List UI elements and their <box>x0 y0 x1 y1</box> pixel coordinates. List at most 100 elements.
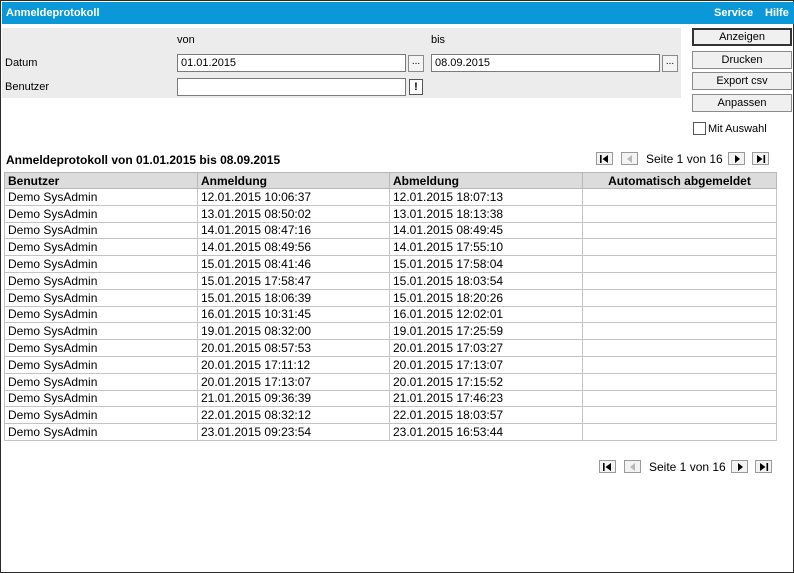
window-title: Anmeldeprotokoll <box>6 7 100 19</box>
table-row[interactable]: Demo SysAdmin 21.01.2015 09:36:39 21.01.20… <box>4 389 777 408</box>
menu-hilfe[interactable]: Hilfe <box>765 7 789 19</box>
drucken-button[interactable]: Drucken <box>692 51 792 69</box>
table-row[interactable]: Demo SysAdmin 12.01.2015 10:06:37 12.01.20… <box>4 188 777 206</box>
cell-anmeldung: 15.01.2015 08:41:46 <box>197 255 390 273</box>
datum-von-picker-button[interactable]: ... <box>408 55 424 72</box>
pager-top: Seite 1 von 16 <box>596 152 776 166</box>
cell-anmeldung: 21.01.2015 09:36:39 <box>197 389 390 408</box>
table-row[interactable]: Demo SysAdmin 14.01.2015 08:49:56 14.01.20… <box>4 238 777 257</box>
cell-anmeldung: 16.01.2015 10:31:45 <box>197 305 390 324</box>
last-page-icon[interactable] <box>752 152 769 165</box>
cell-benutzer: Demo SysAdmin <box>4 322 198 341</box>
cell-benutzer: Demo SysAdmin <box>4 372 198 391</box>
cell-automatisch-abgemeldet <box>582 372 777 391</box>
cell-automatisch-abgemeldet <box>582 389 777 408</box>
prev-page-icon[interactable] <box>624 460 641 473</box>
export-csv-button[interactable]: Export csv <box>692 72 792 90</box>
cell-automatisch-abgemeldet <box>582 238 777 257</box>
anpassen-button[interactable]: Anpassen <box>692 94 792 112</box>
mit-auswahl-label: Mit Auswahl <box>708 123 767 135</box>
cell-anmeldung: 15.01.2015 17:58:47 <box>197 271 390 290</box>
cell-abmeldung: 22.01.2015 18:03:57 <box>389 406 583 425</box>
next-page-icon[interactable] <box>731 460 748 473</box>
benutzer-lookup-button[interactable]: ! <box>409 79 423 95</box>
cell-anmeldung: 19.01.2015 08:32:00 <box>197 322 390 341</box>
cell-abmeldung: 14.01.2015 17:55:10 <box>389 238 583 257</box>
next-page-icon[interactable] <box>728 152 745 165</box>
table-row[interactable]: Demo SysAdmin 15.01.2015 08:41:46 15.01.20… <box>4 255 777 273</box>
mit-auswahl-checkbox[interactable] <box>693 122 706 135</box>
cell-abmeldung: 12.01.2015 18:07:13 <box>389 188 583 206</box>
cell-automatisch-abgemeldet <box>582 406 777 425</box>
filter-panel: von bis Datum Benutzer ... ... ! <box>2 28 681 98</box>
cell-anmeldung: 14.01.2015 08:47:16 <box>197 221 390 240</box>
col-header-automatisch-abgemeldet[interactable]: Automatisch abgemeldet <box>582 172 777 189</box>
table-row[interactable]: Demo SysAdmin 20.01.2015 17:13:07 20.01.20… <box>4 372 777 391</box>
report-title: Anmeldeprotokoll von 01.01.2015 bis 08.0… <box>6 153 281 167</box>
cell-abmeldung: 21.01.2015 17:46:23 <box>389 389 583 408</box>
col-header-abmeldung[interactable]: Abmeldung <box>389 172 583 189</box>
cell-benutzer: Demo SysAdmin <box>4 255 198 273</box>
cell-benutzer: Demo SysAdmin <box>4 305 198 324</box>
prev-page-icon[interactable] <box>621 152 638 165</box>
bis-label: bis <box>431 34 446 46</box>
datum-label: Datum <box>5 57 38 69</box>
cell-automatisch-abgemeldet <box>582 339 777 357</box>
cell-abmeldung: 14.01.2015 08:49:45 <box>389 221 583 240</box>
datum-von-input[interactable] <box>177 54 406 72</box>
login-log-table: Benutzer Anmeldung Abmeldung Automatisch… <box>4 172 777 441</box>
cell-benutzer: Demo SysAdmin <box>4 271 198 290</box>
von-label: von <box>177 34 195 46</box>
cell-automatisch-abgemeldet <box>582 255 777 273</box>
cell-benutzer: Demo SysAdmin <box>4 406 198 425</box>
cell-automatisch-abgemeldet <box>582 288 777 307</box>
pager-bottom: Seite 1 von 16 <box>599 460 779 474</box>
cell-automatisch-abgemeldet <box>582 188 777 206</box>
cell-abmeldung: 15.01.2015 18:03:54 <box>389 271 583 290</box>
cell-anmeldung: 13.01.2015 08:50:02 <box>197 204 390 223</box>
table-row[interactable]: Demo SysAdmin 23.01.2015 09:23:54 23.01.20… <box>4 423 777 441</box>
col-header-benutzer[interactable]: Benutzer <box>4 172 198 189</box>
cell-automatisch-abgemeldet <box>582 355 777 374</box>
page-indicator: Seite 1 von 16 <box>646 152 723 166</box>
col-header-anmeldung[interactable]: Anmeldung <box>197 172 390 189</box>
cell-benutzer: Demo SysAdmin <box>4 204 198 223</box>
datum-bis-picker-button[interactable]: ... <box>662 55 678 72</box>
table-row[interactable]: Demo SysAdmin 20.01.2015 17:11:12 20.01.20… <box>4 355 777 374</box>
table-row[interactable]: Demo SysAdmin 13.01.2015 08:50:02 13.01.20… <box>4 204 777 223</box>
cell-anmeldung: 15.01.2015 18:06:39 <box>197 288 390 307</box>
cell-abmeldung: 20.01.2015 17:13:07 <box>389 355 583 374</box>
table-row[interactable]: Demo SysAdmin 22.01.2015 08:32:12 22.01.20… <box>4 406 777 425</box>
table-row[interactable]: Demo SysAdmin 15.01.2015 18:06:39 15.01.20… <box>4 288 777 307</box>
cell-automatisch-abgemeldet <box>582 221 777 240</box>
cell-abmeldung: 23.01.2015 16:53:44 <box>389 423 583 441</box>
last-page-icon[interactable] <box>755 460 772 473</box>
table-row[interactable]: Demo SysAdmin 15.01.2015 17:58:47 15.01.20… <box>4 271 777 290</box>
table-row[interactable]: Demo SysAdmin 16.01.2015 10:31:45 16.01.20… <box>4 305 777 324</box>
table-row[interactable]: Demo SysAdmin 14.01.2015 08:47:16 14.01.20… <box>4 221 777 240</box>
cell-anmeldung: 20.01.2015 17:11:12 <box>197 355 390 374</box>
anzeigen-button[interactable]: Anzeigen <box>692 28 792 46</box>
first-page-icon[interactable] <box>596 152 613 165</box>
cell-anmeldung: 20.01.2015 08:57:53 <box>197 339 390 357</box>
menu-service[interactable]: Service <box>714 7 753 19</box>
cell-benutzer: Demo SysAdmin <box>4 339 198 357</box>
cell-abmeldung: 15.01.2015 17:58:04 <box>389 255 583 273</box>
cell-abmeldung: 19.01.2015 17:25:59 <box>389 322 583 341</box>
app-frame: Anmeldeprotokoll Service Hilfe von bis D… <box>0 0 794 573</box>
cell-benutzer: Demo SysAdmin <box>4 221 198 240</box>
cell-benutzer: Demo SysAdmin <box>4 288 198 307</box>
cell-automatisch-abgemeldet <box>582 322 777 341</box>
cell-anmeldung: 20.01.2015 17:13:07 <box>197 372 390 391</box>
cell-benutzer: Demo SysAdmin <box>4 355 198 374</box>
table-row[interactable]: Demo SysAdmin 20.01.2015 08:57:53 20.01.20… <box>4 339 777 357</box>
first-page-icon[interactable] <box>599 460 616 473</box>
benutzer-input[interactable] <box>177 78 406 96</box>
cell-benutzer: Demo SysAdmin <box>4 423 198 441</box>
cell-benutzer: Demo SysAdmin <box>4 188 198 206</box>
cell-automatisch-abgemeldet <box>582 204 777 223</box>
cell-automatisch-abgemeldet <box>582 305 777 324</box>
table-row[interactable]: Demo SysAdmin 19.01.2015 08:32:00 19.01.20… <box>4 322 777 341</box>
datum-bis-input[interactable] <box>431 54 660 72</box>
cell-abmeldung: 13.01.2015 18:13:38 <box>389 204 583 223</box>
